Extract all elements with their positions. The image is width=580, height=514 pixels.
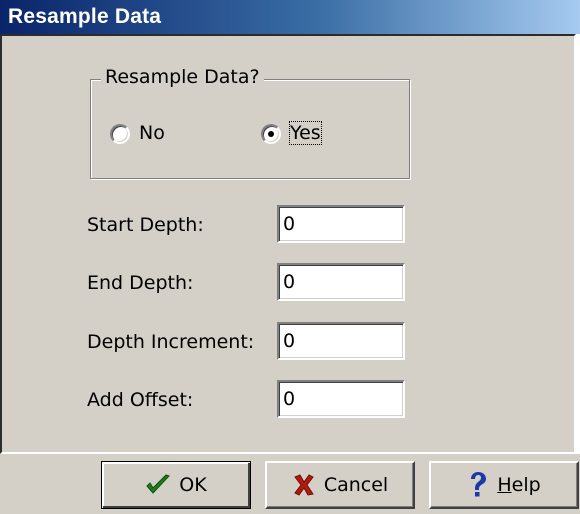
ok-button[interactable]: OK — [101, 461, 251, 509]
radio-yes[interactable] — [261, 124, 281, 144]
resample-group-legend: Resample Data? — [101, 66, 264, 88]
help-button-label: Help — [497, 474, 540, 496]
window-title: Resample Data — [8, 5, 162, 28]
radio-selected-dot — [268, 131, 274, 137]
depth-increment-label: Depth Increment: — [87, 331, 255, 353]
cancel-button-label: Cancel — [323, 474, 389, 496]
start-depth-input[interactable]: 0 — [277, 205, 405, 243]
check-icon — [145, 473, 171, 497]
radio-yes-label[interactable]: Yes — [289, 121, 322, 145]
radio-no[interactable] — [110, 124, 130, 144]
help-mnemonic: H — [497, 474, 512, 496]
title-bar[interactable]: Resample Data — [0, 0, 580, 34]
resample-groupbox — [90, 79, 410, 179]
add-offset-label: Add Offset: — [87, 389, 194, 411]
help-button[interactable]: Help — [429, 461, 579, 509]
x-icon — [292, 473, 316, 497]
add-offset-input[interactable]: 0 — [277, 380, 405, 418]
start-depth-label: Start Depth: — [87, 214, 204, 236]
question-icon — [467, 471, 489, 499]
cancel-button[interactable]: Cancel — [265, 461, 415, 509]
help-label-rest: elp — [511, 474, 541, 496]
end-depth-label: End Depth: — [87, 272, 194, 294]
ok-button-label: OK — [179, 474, 207, 496]
radio-no-label[interactable]: No — [139, 122, 165, 144]
end-depth-input[interactable]: 0 — [277, 263, 405, 301]
depth-increment-input[interactable]: 0 — [277, 322, 405, 360]
